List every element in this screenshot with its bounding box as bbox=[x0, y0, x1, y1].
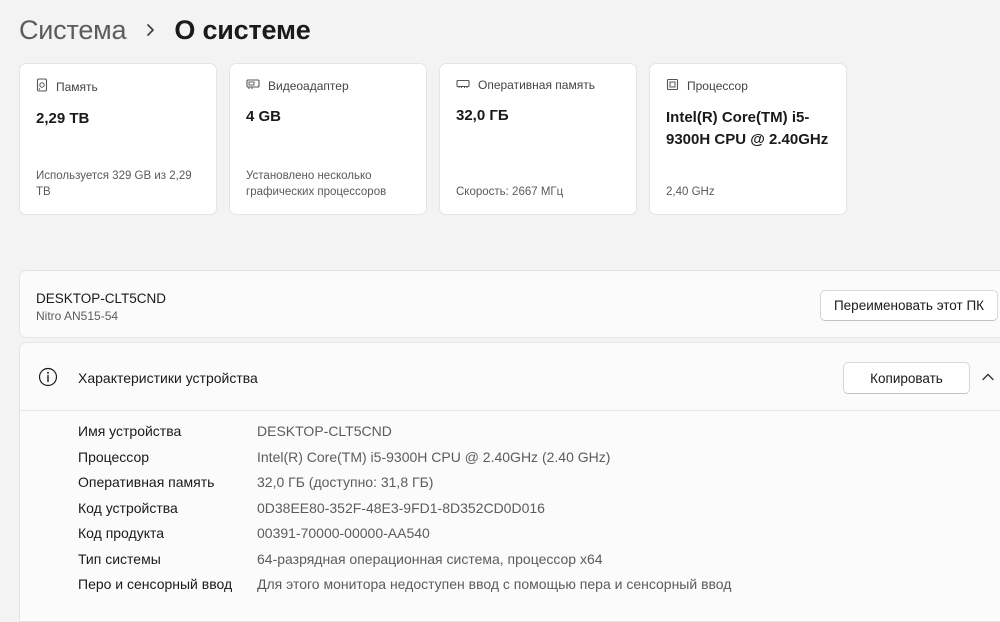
device-specifications-header[interactable]: Характеристики устройства Копировать bbox=[20, 343, 1000, 411]
spec-label: Код продукта bbox=[78, 525, 165, 541]
device-specifications-panel: Характеристики устройства Копировать Имя… bbox=[19, 342, 1000, 622]
card-value: Intel(R) Core(TM) i5-9300H CPU @ 2.40GHz bbox=[666, 109, 829, 148]
card-value: 32,0 ГБ bbox=[456, 107, 509, 124]
card-display-adapter[interactable]: Видеоадаптер 4 GB Установлено несколько … bbox=[229, 63, 427, 215]
chevron-right-icon bbox=[140, 19, 162, 41]
spec-row-product-id: Код продукта 00391-70000-00000-AA540 bbox=[20, 521, 1000, 547]
chevron-up-icon[interactable] bbox=[980, 369, 996, 385]
spec-row-ram: Оперативная память 32,0 ГБ (доступно: 31… bbox=[20, 470, 1000, 496]
card-processor[interactable]: Процессор Intel(R) Core(TM) i5-9300H CPU… bbox=[649, 63, 847, 215]
card-subtext: 2,40 GHz bbox=[666, 186, 715, 198]
spec-row-system-type: Тип системы 64-разрядная операционная си… bbox=[20, 547, 1000, 573]
spec-row-processor: Процессор Intel(R) Core(TM) i5-9300H CPU… bbox=[20, 445, 1000, 471]
device-name: DESKTOP-CLT5CND bbox=[36, 291, 167, 306]
spec-value: 00391-70000-00000-AA540 bbox=[257, 525, 430, 541]
device-name-panel: DESKTOP-CLT5CND Nitro AN515-54 Переимено… bbox=[19, 270, 1000, 338]
summary-cards: Память 2,29 TB Используется 329 GB из 2,… bbox=[19, 63, 847, 215]
card-ram[interactable]: Оперативная память 32,0 ГБ Скорость: 266… bbox=[439, 63, 637, 215]
spec-value: 0D38EE80-352F-48E3-9FD1-8D352CD0D016 bbox=[257, 499, 545, 516]
card-subtext: Используется 329 GB из 2,29 TB bbox=[36, 170, 192, 198]
card-value: 4 GB bbox=[246, 108, 282, 125]
spec-list: Имя устройства DESKTOP-CLT5CND Процессор… bbox=[20, 419, 1000, 598]
copy-button[interactable]: Копировать bbox=[843, 362, 970, 394]
storage-icon bbox=[36, 78, 48, 95]
spec-label: Код устройства bbox=[78, 499, 178, 516]
card-title: Процессор bbox=[687, 79, 748, 93]
rename-pc-button[interactable]: Переименовать этот ПК bbox=[820, 290, 998, 321]
spec-value: DESKTOP-CLT5CND bbox=[257, 423, 392, 439]
spec-label: Оперативная память bbox=[78, 474, 215, 490]
breadcrumb: Система О системе bbox=[19, 10, 311, 50]
card-subtext: Установлено несколько графических процес… bbox=[246, 170, 387, 198]
breadcrumb-parent-link[interactable]: Система bbox=[19, 15, 127, 46]
spec-label: Тип системы bbox=[78, 550, 161, 567]
ram-icon bbox=[456, 78, 470, 92]
page-title: О системе bbox=[174, 14, 311, 45]
info-icon bbox=[38, 367, 58, 387]
spec-row-device-name: Имя устройства DESKTOP-CLT5CND bbox=[20, 419, 1000, 445]
spec-row-pen-touch: Перо и сенсорный ввод Для этого монитора… bbox=[20, 572, 1000, 598]
card-title: Видеоадаптер bbox=[268, 78, 349, 93]
spec-label: Имя устройства bbox=[78, 423, 182, 439]
spec-label: Перо и сенсорный ввод bbox=[78, 576, 233, 592]
spec-label: Процессор bbox=[78, 448, 150, 465]
card-value: 2,29 TB bbox=[36, 110, 90, 127]
spec-value: 32,0 ГБ (доступно: 31,8 ГБ) bbox=[257, 474, 434, 490]
card-subtext: Скорость: 2667 МГц bbox=[456, 186, 564, 198]
card-title: Память bbox=[56, 79, 98, 94]
card-storage[interactable]: Память 2,29 TB Используется 329 GB из 2,… bbox=[19, 63, 217, 215]
device-model: Nitro AN515-54 bbox=[36, 309, 119, 323]
cpu-icon bbox=[666, 78, 679, 94]
device-specifications-title: Характеристики устройства bbox=[78, 370, 258, 386]
spec-value: Для этого монитора недоступен ввод с пом… bbox=[257, 576, 732, 592]
display-adapter-icon bbox=[246, 78, 260, 93]
spec-row-device-id: Код устройства 0D38EE80-352F-48E3-9FD1-8… bbox=[20, 496, 1000, 522]
spec-value: 64-разрядная операционная система, проце… bbox=[257, 550, 603, 567]
card-title: Оперативная память bbox=[478, 78, 595, 92]
spec-value: Intel(R) Core(TM) i5-9300H CPU @ 2.40GHz… bbox=[257, 448, 611, 465]
